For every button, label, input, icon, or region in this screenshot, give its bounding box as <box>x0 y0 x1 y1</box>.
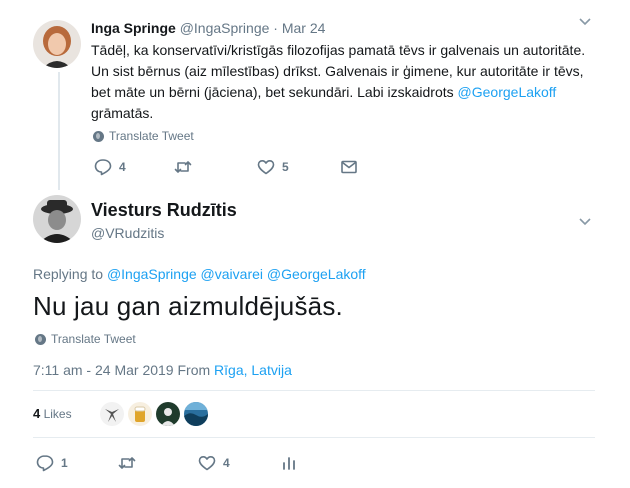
translate-label: Translate Tweet <box>109 129 194 143</box>
retweet-icon <box>117 453 137 473</box>
parent-tweet-actions: 4 5 <box>93 157 359 177</box>
divider <box>33 390 595 391</box>
like-count: 4 <box>223 456 230 470</box>
translate-label: Translate Tweet <box>51 332 136 346</box>
parent-tweet-header: Inga Springe @IngaSpringe · Mar 24 <box>91 20 325 36</box>
main-tweet-actions: 1 4 <box>35 453 299 473</box>
liker-avatar[interactable] <box>100 402 124 426</box>
mention-ingaspringe[interactable]: @IngaSpringe <box>107 266 197 282</box>
likers-facepile <box>100 402 208 426</box>
parent-text-line: Un sist bērnus (aiz mīlestības) drīkst. … <box>91 63 584 79</box>
analytics-icon <box>279 453 299 473</box>
like-count: 5 <box>282 160 289 174</box>
retweet-button[interactable] <box>117 453 197 473</box>
parent-tweet-date[interactable]: Mar 24 <box>282 20 326 36</box>
liker-avatar[interactable] <box>156 402 180 426</box>
mention-georgelakoff[interactable]: @GeorgeLakoff <box>267 266 366 282</box>
author-name[interactable]: Viesturs Rudzītis <box>91 200 237 221</box>
likes-count: 4 <box>33 406 41 421</box>
translate-tweet-link[interactable]: Translate Tweet <box>93 129 194 143</box>
tweet-timestamp[interactable]: 7:11 am - 24 Mar 2019 From <box>33 362 210 378</box>
translate-tweet-link[interactable]: Translate Tweet <box>35 332 136 346</box>
replying-to: Replying to @IngaSpringe @vaivarei @Geor… <box>33 266 366 282</box>
header-separator: · <box>273 20 278 36</box>
retweet-button[interactable] <box>173 157 256 177</box>
chevron-down-icon[interactable] <box>578 214 592 230</box>
parent-author-name[interactable]: Inga Springe <box>91 20 176 36</box>
author-handle[interactable]: @VRudzitis <box>91 225 164 241</box>
thread-connector-line <box>58 72 60 190</box>
heart-icon <box>197 453 217 473</box>
envelope-icon <box>339 157 359 177</box>
heart-icon <box>256 157 276 177</box>
avatar-inga-springe[interactable] <box>33 20 81 68</box>
analytics-button[interactable] <box>279 453 299 473</box>
tweet-location[interactable]: Rīga, Latvija <box>214 362 292 378</box>
mention-georgelakoff[interactable]: @GeorgeLakoff <box>458 84 557 100</box>
like-button[interactable]: 4 <box>197 453 279 473</box>
liker-avatar[interactable] <box>184 402 208 426</box>
mention-vaivarei[interactable]: @vaivarei <box>201 266 263 282</box>
chevron-down-icon[interactable] <box>578 14 592 30</box>
likes-summary[interactable]: 4 Likes <box>33 406 72 421</box>
like-button[interactable]: 5 <box>256 157 339 177</box>
retweet-icon <box>173 157 193 177</box>
parent-tweet-text: Tādēļ, ka konservatīvi/kristīgās filozof… <box>91 40 586 124</box>
parent-text-line: grāmatās. <box>91 105 154 121</box>
reply-button[interactable]: 1 <box>35 453 117 473</box>
reply-icon <box>35 453 55 473</box>
globe-icon <box>35 333 46 345</box>
reply-count: 4 <box>119 160 126 174</box>
reply-count: 1 <box>61 456 68 470</box>
parent-text-line: Tādēļ, ka konservatīvi/kristīgās filozof… <box>91 42 586 58</box>
likes-label: Likes <box>43 407 72 421</box>
reply-button[interactable]: 4 <box>93 157 173 177</box>
direct-message-button[interactable] <box>339 157 359 177</box>
replying-prefix: Replying to <box>33 266 104 282</box>
parent-author-handle[interactable]: @IngaSpringe <box>180 20 270 36</box>
divider <box>33 437 595 438</box>
parent-text-line: bet māte un bērni (jāciena), bet sekundā… <box>91 84 557 100</box>
avatar-viesturs-rudzitis[interactable] <box>33 195 81 243</box>
globe-icon <box>93 130 104 142</box>
main-tweet-text: Nu jau gan aizmuldējušās. <box>33 291 343 321</box>
liker-avatar[interactable] <box>128 402 152 426</box>
reply-icon <box>93 157 113 177</box>
tweet-metadata: 7:11 am - 24 Mar 2019 From Rīga, Latvija <box>33 362 292 378</box>
